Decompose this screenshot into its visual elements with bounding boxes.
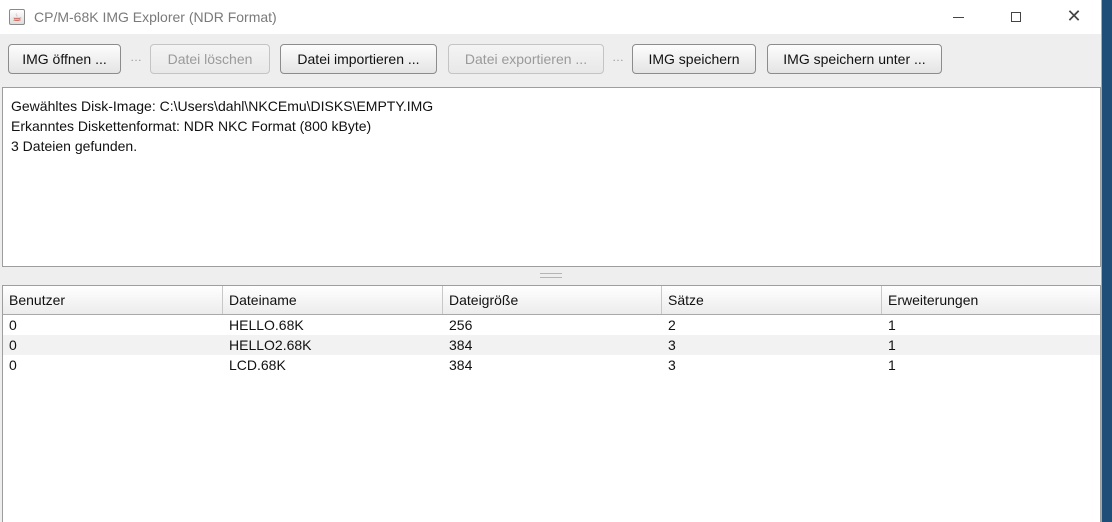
- table-row[interactable]: 0 HELLO2.68K 384 3 1: [3, 335, 1100, 355]
- save-img-button[interactable]: IMG speichern: [632, 44, 756, 74]
- cell-extents: 1: [888, 337, 896, 353]
- split-pane-divider[interactable]: [0, 268, 1102, 283]
- column-header-records[interactable]: Sätze: [662, 286, 882, 314]
- window-title: CP/M-68K IMG Explorer (NDR Format): [34, 9, 277, 25]
- export-file-button[interactable]: Datei exportieren ...: [448, 44, 604, 74]
- cell-extents: 1: [888, 317, 896, 333]
- cell-filesize: 384: [449, 357, 473, 373]
- table-header: Benutzer Dateiname Dateigröße Sätze Erwe…: [3, 286, 1100, 315]
- delete-file-button[interactable]: Datei löschen: [150, 44, 270, 74]
- java-app-icon: ☕: [9, 9, 25, 25]
- cell-records: 3: [668, 357, 676, 373]
- minimize-button[interactable]: [929, 0, 987, 34]
- cell-filename: LCD.68K: [229, 357, 286, 373]
- close-icon: ✕: [1066, 6, 1082, 27]
- splitter-grip-icon: [540, 273, 562, 278]
- maximize-button[interactable]: [987, 0, 1045, 34]
- minimize-icon: [952, 16, 964, 18]
- cell-user: 0: [9, 317, 17, 333]
- disk-image-path-text: Gewähltes Disk-Image: C:\Users\dahl\NKCE…: [11, 98, 434, 114]
- cell-records: 3: [668, 337, 676, 353]
- cell-user: 0: [9, 357, 17, 373]
- cell-filename: HELLO.68K: [229, 317, 304, 333]
- file-table[interactable]: Benutzer Dateiname Dateigröße Sätze Erwe…: [2, 285, 1101, 522]
- disk-format-text: Erkanntes Diskettenformat: NDR NKC Forma…: [11, 118, 372, 134]
- column-header-filename[interactable]: Dateiname: [223, 286, 443, 314]
- info-text-area[interactable]: Gewähltes Disk-Image: C:\Users\dahl\NKCE…: [2, 87, 1101, 267]
- cell-filesize: 384: [449, 337, 473, 353]
- import-file-button[interactable]: Datei importieren ...: [280, 44, 437, 74]
- toolbar-separator: …: [612, 50, 624, 64]
- toolbar-separator: …: [130, 50, 142, 64]
- app-window: ☕ CP/M-68K IMG Explorer (NDR Format) ✕ I…: [0, 0, 1102, 522]
- column-header-extents[interactable]: Erweiterungen: [882, 286, 1100, 314]
- close-button[interactable]: ✕: [1045, 0, 1103, 34]
- title-bar[interactable]: ☕ CP/M-68K IMG Explorer (NDR Format) ✕: [0, 0, 1101, 34]
- cell-extents: 1: [888, 357, 896, 373]
- cell-user: 0: [9, 337, 17, 353]
- column-header-filesize[interactable]: Dateigröße: [443, 286, 662, 314]
- cell-records: 2: [668, 317, 676, 333]
- table-row[interactable]: 0 LCD.68K 384 3 1: [3, 355, 1100, 375]
- open-img-button[interactable]: IMG öffnen ...: [8, 44, 121, 74]
- cell-filename: HELLO2.68K: [229, 337, 312, 353]
- maximize-icon: [1011, 12, 1021, 22]
- table-row[interactable]: 0 HELLO.68K 256 2 1: [3, 315, 1100, 335]
- column-header-user[interactable]: Benutzer: [3, 286, 223, 314]
- save-img-as-button[interactable]: IMG speichern unter ...: [767, 44, 942, 74]
- files-found-text: 3 Dateien gefunden.: [11, 138, 138, 154]
- toolbar: IMG öffnen ... … Datei löschen Datei imp…: [0, 34, 1102, 84]
- cell-filesize: 256: [449, 317, 473, 333]
